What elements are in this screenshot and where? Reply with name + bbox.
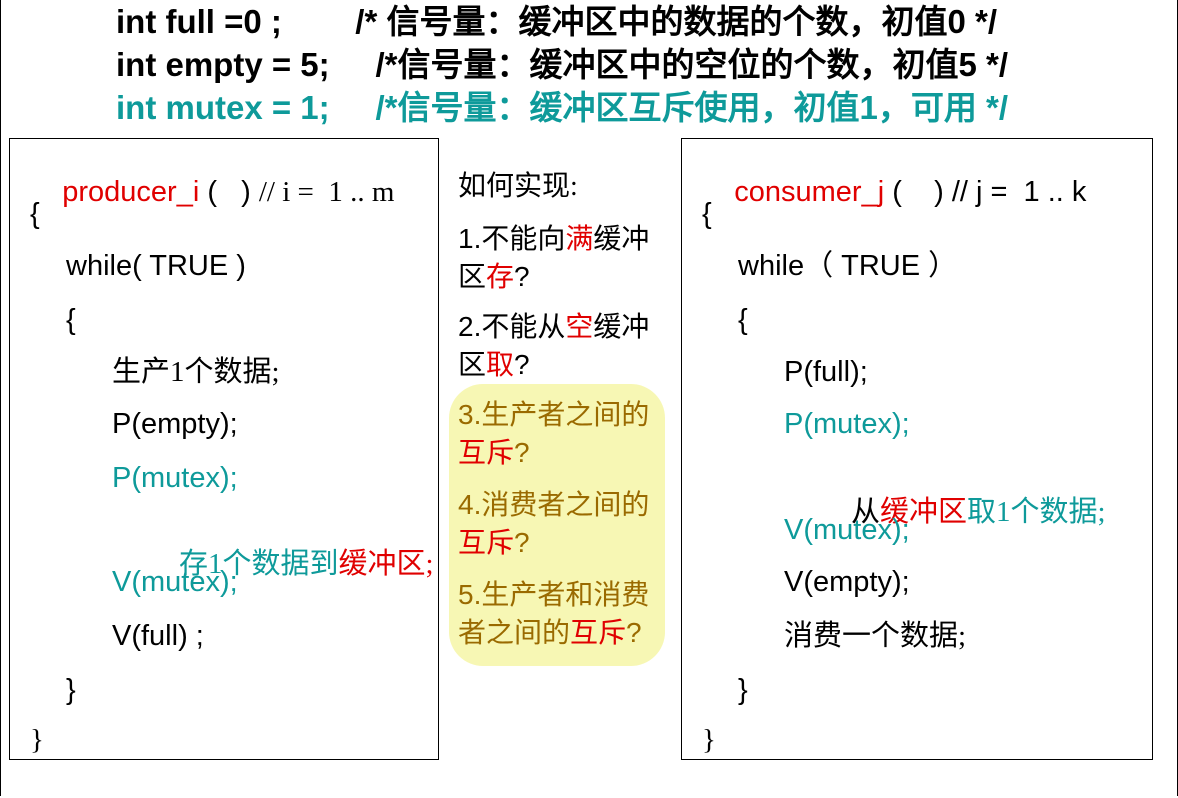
producer-close-brace: } <box>30 724 44 756</box>
declaration-empty: int empty = 5; /*信号量：缓冲区中的空位的个数，初值5 */ <box>116 46 1009 83</box>
consumer-v-empty: V(empty); <box>784 566 910 598</box>
question-1: 1.不能向满缓冲 区存? <box>458 223 650 292</box>
consumer-consume: 消费一个数据; <box>784 620 967 652</box>
producer-v-mutex: V(mutex); <box>112 566 238 598</box>
producer-code-box: producer_i ( ) // i = 1 .. m { while( TR… <box>9 138 439 760</box>
consumer-v-mutex: V(mutex); <box>784 514 910 546</box>
question-4: 4.消费者之间的 互斥? <box>458 489 650 558</box>
producer-produce: 生产1个数据; <box>112 356 280 388</box>
producer-open-brace: { <box>30 198 40 230</box>
producer-store: 存1个数据到缓冲区; <box>179 548 434 580</box>
consumer-while: while（ TRUE ） <box>738 250 958 282</box>
consumer-close-brace: } <box>702 724 716 756</box>
consumer-p-full: P(full); <box>784 356 868 388</box>
questions-title: 如何实现: <box>458 171 578 202</box>
consumer-p-mutex: P(mutex); <box>784 408 910 440</box>
consumer-take: 从缓冲区取1个数据; <box>851 496 1106 528</box>
consumer-signature: consumer_j ( ) // j = 1 .. k <box>734 176 1087 208</box>
declaration-mutex: int mutex = 1; /*信号量：缓冲区互斥使用，初值1，可用 */ <box>116 89 1009 126</box>
producer-signature: producer_i ( ) // i = 1 .. m <box>62 176 395 208</box>
consumer-code-box: consumer_j ( ) // j = 1 .. k { while（ TR… <box>681 138 1153 760</box>
producer-v-full: V(full) ; <box>112 620 204 652</box>
producer-p-empty: P(empty); <box>112 408 238 440</box>
producer-inner-close: } <box>66 674 76 706</box>
producer-inner-open: { <box>66 304 76 336</box>
consumer-inner-close: } <box>738 674 748 706</box>
question-3: 3.生产者之间的 互斥? <box>458 399 650 468</box>
producer-p-mutex: P(mutex); <box>112 462 238 494</box>
question-2: 2.不能从空缓冲 区取? <box>458 311 650 380</box>
consumer-inner-open: { <box>738 304 748 336</box>
consumer-open-brace: { <box>702 198 712 230</box>
question-5: 5.生产者和消费 者之间的互斥? <box>458 579 650 648</box>
declaration-full: int full =0 ; /* 信号量：缓冲区中的数据的个数，初值0 */ <box>116 3 997 40</box>
producer-while: while( TRUE ) <box>66 250 246 282</box>
